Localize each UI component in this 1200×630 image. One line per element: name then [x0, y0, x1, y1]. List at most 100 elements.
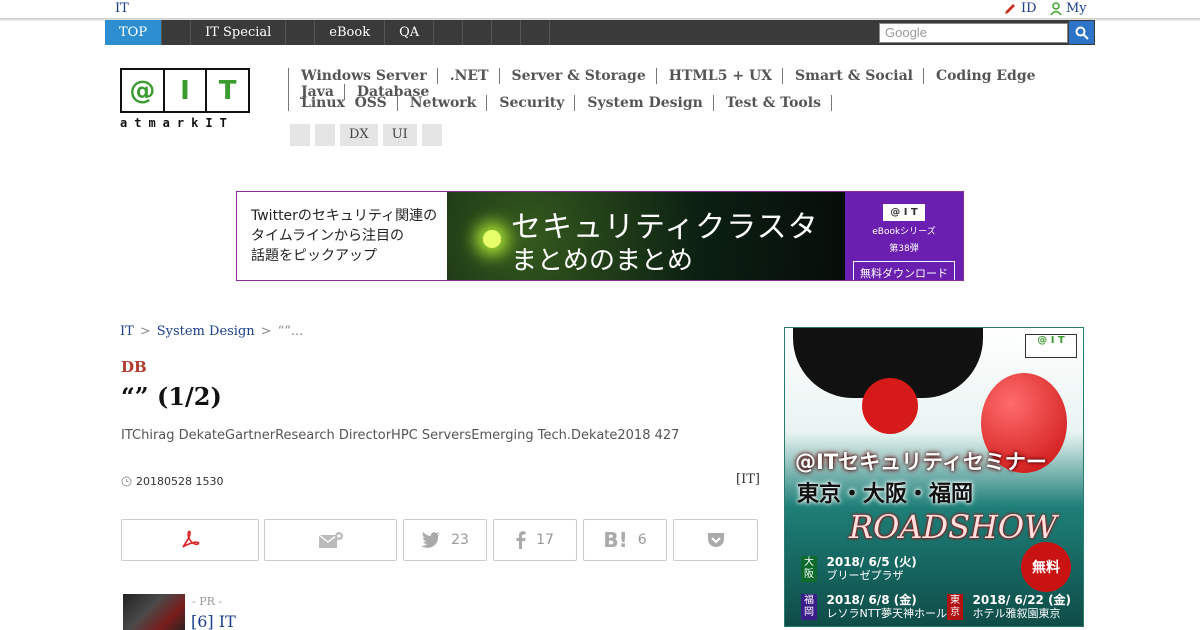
divider: [830, 95, 832, 111]
ad-badge: @ I T: [1025, 334, 1077, 358]
user-icon: [1050, 1, 1062, 15]
search-input[interactable]: Google: [879, 23, 1068, 43]
nav-item-blank[interactable]: [492, 20, 522, 45]
breadcrumb-section[interactable]: System Design: [157, 324, 255, 339]
banner-badge: @ I T: [883, 204, 925, 221]
banner-series: eBookシリーズ: [872, 227, 936, 237]
twitter-share-button[interactable]: 23: [403, 519, 487, 561]
banner-visual: セキュリティクラスタ まとめのまとめ: [447, 192, 845, 280]
breadcrumb-home[interactable]: IT: [120, 324, 134, 339]
nav-item-blank[interactable]: [286, 20, 316, 45]
id-link[interactable]: ID: [1003, 1, 1037, 16]
tag-link[interactable]: [290, 124, 310, 146]
event-venue: ホテル雅叙園東京: [972, 607, 1061, 620]
event-city: 大阪: [801, 556, 817, 582]
mail-add-icon: [318, 532, 343, 548]
banner-text-line: タイムラインから注目の: [251, 228, 405, 244]
site-link[interactable]: IT: [115, 1, 129, 16]
utility-bar: IT ID My: [0, 0, 1200, 18]
article-kicker: DB: [121, 358, 147, 376]
category-link[interactable]: HTML5 + UX: [655, 68, 782, 84]
breadcrumb-separator: >: [260, 324, 272, 339]
pr-link[interactable]: [6] IT: [191, 612, 236, 630]
pr-label: - PR -: [192, 595, 223, 608]
logo-cell: @: [122, 70, 165, 111]
sidebar-ad[interactable]: @ I T @ITセキュリティセミナー 東京・大阪・福岡 ROADSHOW 無料…: [784, 327, 1084, 627]
search-icon: [1075, 26, 1089, 40]
tag-link[interactable]: UI: [382, 124, 417, 146]
category-link[interactable]: Linux OSS: [288, 95, 397, 111]
hatena-count: 6: [637, 532, 647, 548]
nav-ebook[interactable]: eBook: [315, 20, 386, 45]
event-item: 大阪 2018/ 6/5 (火) ブリーゼプラザ: [801, 556, 917, 582]
id-label: ID: [1021, 1, 1037, 16]
banner-subtitle: まとめのまとめ: [511, 246, 694, 276]
nav-it-special[interactable]: IT Special: [191, 20, 287, 45]
ad-roadshow: ROADSHOW: [849, 508, 1058, 546]
site-logo[interactable]: @ I T atmarkIT: [120, 68, 250, 132]
logo-cell: T: [218, 75, 237, 106]
event-city: 福岡: [801, 594, 817, 620]
category-link[interactable]: Server & Storage: [498, 68, 656, 84]
facebook-count: 17: [536, 532, 554, 548]
facebook-icon: [516, 531, 526, 549]
event-item: 東京 2018/ 6/22 (金) ホテル雅叙園東京: [947, 594, 1071, 620]
nav-item-blank[interactable]: [463, 20, 493, 45]
logo-mark: @ I T: [120, 68, 250, 113]
ad-cities: 東京・大阪・福岡: [797, 482, 974, 507]
my-label: My: [1066, 1, 1087, 16]
banner-text-line: Twitterのセキュリティ関連の: [251, 208, 438, 224]
category-link[interactable]: Windows Server: [288, 68, 437, 84]
nav-top[interactable]: TOP: [105, 20, 163, 45]
glow-decoration: [483, 230, 501, 248]
nav-item-blank[interactable]: [434, 20, 464, 45]
my-link[interactable]: My: [1050, 1, 1087, 16]
banner-ad[interactable]: Twitterのセキュリティ関連の タイムラインから注目の 話題をピックアップ …: [236, 191, 964, 281]
article-summary: ITChirag DekateGartnerResearch DirectorH…: [121, 428, 680, 443]
breadcrumb: IT > System Design > “”...: [120, 324, 303, 339]
category-link[interactable]: Test & Tools: [712, 95, 831, 111]
twitter-icon: [421, 532, 441, 548]
category-link[interactable]: Smart & Social: [782, 68, 923, 84]
event-city: 東京: [947, 594, 963, 620]
article-title: “” (1/2): [121, 382, 222, 411]
pocket-button[interactable]: [673, 519, 758, 561]
logo-cell: I: [165, 70, 208, 111]
tag-link[interactable]: [315, 124, 335, 146]
search-button[interactable]: [1069, 21, 1094, 44]
twitter-count: 23: [451, 532, 469, 548]
nav-item-blank[interactable]: [162, 20, 192, 45]
banner-text-line: 話題をピックアップ: [251, 248, 377, 264]
nav-item-blank[interactable]: [521, 20, 551, 45]
tag-link[interactable]: [421, 124, 442, 146]
download-button[interactable]: 無料ダウンロード: [853, 261, 955, 280]
banner-volume: 第38弾: [889, 244, 919, 254]
hatena-icon: B!: [603, 528, 628, 552]
ad-free-badge: 無料: [1021, 542, 1071, 592]
banner-cta: @ I T eBookシリーズ 第38弾 無料ダウンロード: [845, 192, 963, 280]
tag-link[interactable]: DX: [340, 124, 378, 146]
category-link[interactable]: Security: [486, 95, 574, 111]
breadcrumb-separator: >: [139, 324, 151, 339]
article-source: [IT]: [736, 472, 760, 487]
mail-button[interactable]: [264, 519, 397, 561]
ad-headline: @ITセキュリティセミナー: [795, 450, 1047, 474]
category-link[interactable]: Network: [396, 95, 487, 111]
banner-description: Twitterのセキュリティ関連の タイムラインから注目の 話題をピックアップ: [237, 192, 447, 280]
facebook-share-button[interactable]: 17: [493, 519, 577, 561]
article-date: 20180528 1530: [121, 475, 223, 488]
hatena-bookmark-button[interactable]: B! 6: [583, 519, 667, 561]
pencil-icon: [1005, 3, 1015, 14]
pr-thumbnail[interactable]: [123, 594, 185, 630]
pdf-button[interactable]: [121, 519, 259, 561]
category-nav-row-2: Linux OSS Network Security System Design…: [288, 95, 1088, 111]
nav-qa[interactable]: QA: [385, 20, 435, 45]
event-date: 2018/ 6/5 (火): [826, 555, 917, 569]
category-link[interactable]: Coding Edge: [922, 68, 1046, 84]
clock-icon: [121, 476, 132, 487]
category-link[interactable]: System Design: [574, 95, 712, 111]
category-link[interactable]: .NET: [436, 68, 499, 84]
breadcrumb-current: “”...: [277, 324, 304, 339]
date-text: 20180528 1530: [136, 475, 224, 488]
logo-wordmark: atmarkIT: [120, 116, 234, 130]
